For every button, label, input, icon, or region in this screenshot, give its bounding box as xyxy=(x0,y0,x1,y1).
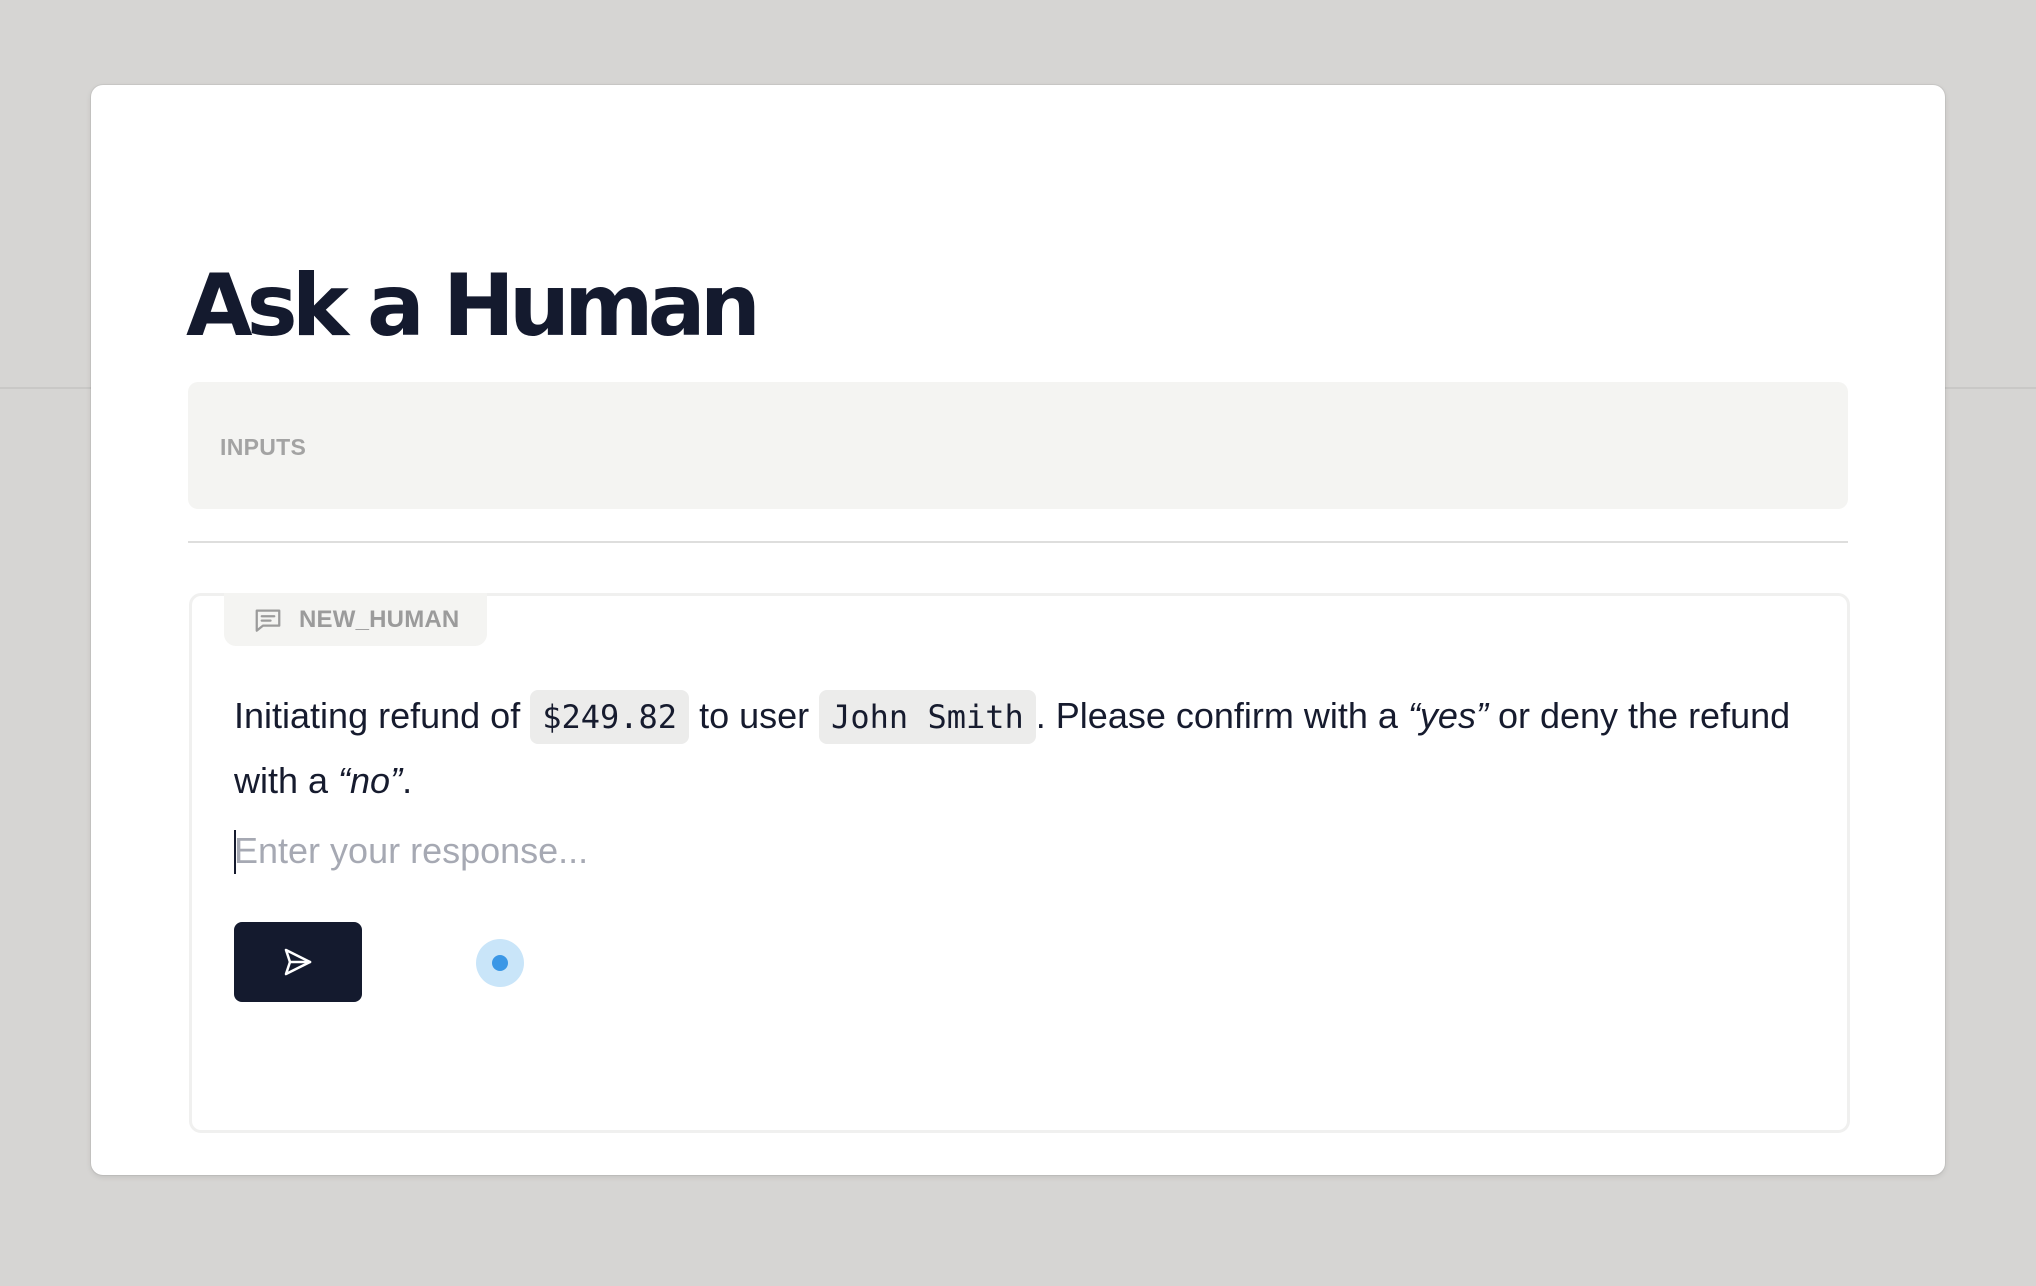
human-input-panel: NEW_HUMAN Initiating refund of $249.82 t… xyxy=(189,593,1850,1133)
no-option: “no” xyxy=(338,760,403,801)
ask-a-human-card: Ask a Human INPUTS NEW_HUMAN Initiating … xyxy=(91,85,1945,1175)
node-tag-label: NEW_HUMAN xyxy=(299,606,460,633)
request-message: Initiating refund of $249.82 to user Joh… xyxy=(234,684,1794,812)
send-icon xyxy=(284,948,312,976)
user-name: John Smith xyxy=(819,690,1036,744)
refund-amount: $249.82 xyxy=(530,690,690,744)
message-text: . Please confirm with a xyxy=(1035,695,1408,736)
section-divider xyxy=(188,541,1848,543)
page-title: Ask a Human xyxy=(186,256,761,356)
inputs-label: INPUTS xyxy=(220,434,307,460)
message-square-text-icon xyxy=(255,609,281,632)
message-text: . xyxy=(402,760,413,801)
send-button[interactable] xyxy=(234,922,362,1002)
yes-option: “yes” xyxy=(1407,695,1488,736)
message-text: to user xyxy=(689,695,820,736)
node-tag: NEW_HUMAN xyxy=(224,593,487,646)
response-input[interactable] xyxy=(234,823,1234,879)
message-text: Initiating refund of xyxy=(234,695,531,736)
loading-pulse-icon xyxy=(476,939,524,987)
text-caret xyxy=(234,830,236,874)
status-dot xyxy=(492,955,508,971)
inputs-panel[interactable]: INPUTS xyxy=(188,382,1848,509)
